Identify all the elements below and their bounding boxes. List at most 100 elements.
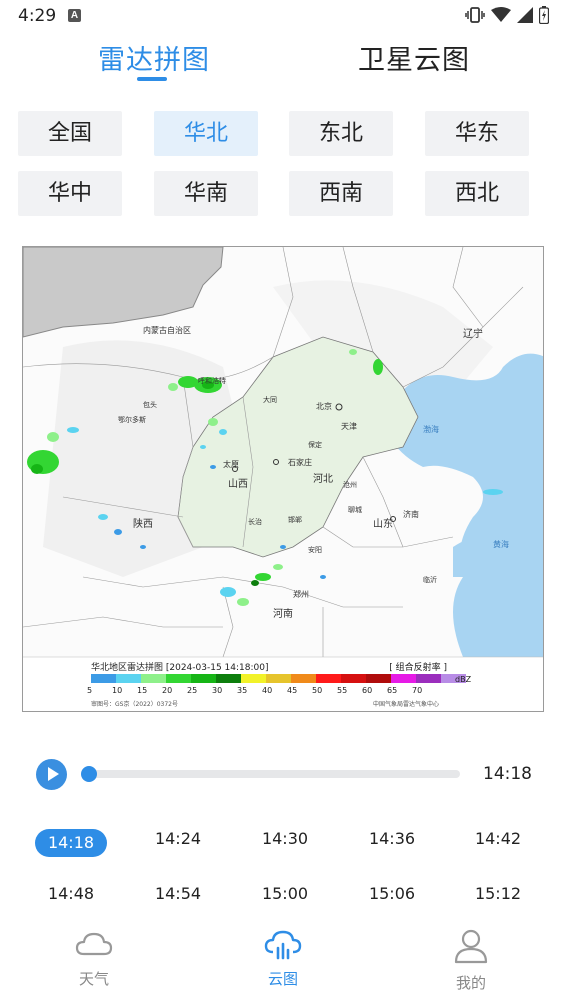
reflectivity-color-scale (91, 674, 466, 683)
time-chip[interactable]: 14:54 (142, 880, 214, 908)
map-label: 临沂 (423, 575, 437, 584)
legend-label: 45 (287, 686, 298, 695)
legend-swatch (366, 674, 391, 683)
map-approval-number: 审图号：GS京（2022）0372号 (91, 701, 178, 708)
cloud-chart-icon (264, 930, 302, 960)
timeline-slider[interactable] (88, 770, 460, 778)
legend-label: 50 (312, 686, 323, 695)
map-label: 山东 (373, 517, 393, 530)
active-tab-indicator (137, 77, 167, 81)
map-label: 黄海 (493, 539, 509, 549)
legend-label: 55 (337, 686, 348, 695)
legend-label: 30 (212, 686, 223, 695)
status-icons (465, 6, 549, 24)
time-chip[interactable]: 15:12 (462, 880, 534, 908)
legend-swatch (291, 674, 316, 683)
time-chip[interactable]: 14:30 (249, 825, 321, 853)
legend-label: 70 (412, 686, 423, 695)
map-label: 石家庄 (288, 457, 312, 467)
map-label: 渤海 (423, 424, 439, 434)
play-button[interactable] (36, 759, 67, 790)
region-button-huazhong[interactable]: 华中 (18, 171, 122, 216)
signal-icon (517, 7, 533, 23)
legend-swatch (266, 674, 291, 683)
map-label: 陕西 (133, 517, 153, 530)
map-label: 大同 (263, 395, 277, 404)
region-button-xibei[interactable]: 西北 (425, 171, 529, 216)
map-label: 保定 (308, 440, 322, 449)
user-icon (454, 929, 488, 964)
legend-label: 5 (87, 686, 93, 695)
map-label: 包头 (143, 400, 157, 409)
region-button-huadong[interactable]: 华东 (425, 111, 529, 156)
map-source: 中国气象局雷达气象中心 (373, 701, 440, 708)
a-app-icon: A (68, 9, 81, 22)
vibrate-icon (465, 7, 485, 23)
legend-swatch (191, 674, 216, 683)
legend-swatch (241, 674, 266, 683)
map-label: 长治 (248, 517, 262, 526)
legend-label: 35 (237, 686, 248, 695)
legend-label: 20 (162, 686, 173, 695)
region-button-dongbei[interactable]: 东北 (289, 111, 393, 156)
tab-radar-mosaic[interactable]: 雷达拼图 (98, 38, 210, 77)
timeline-slider-thumb[interactable] (81, 766, 97, 782)
current-frame-time: 14:18 (483, 764, 532, 784)
map-label: 沧州 (343, 480, 357, 489)
legend-title: 华北地区雷达拼图 [2024-03-15 14:18:00] (91, 663, 269, 673)
nav-cloud-chart[interactable]: 云图 (243, 928, 323, 989)
map-label: 呼和浩特 (198, 376, 226, 385)
region-button-huanan[interactable]: 华南 (154, 171, 258, 216)
map-label: 北京 (316, 401, 332, 411)
nav-weather[interactable]: 天气 (54, 928, 134, 989)
battery-icon (539, 6, 549, 24)
region-button-huabei[interactable]: 华北 (154, 111, 258, 156)
legend-label: 65 (387, 686, 398, 695)
tab-satellite-cloud[interactable]: 卫星云图 (358, 38, 470, 77)
cloud-icon (75, 932, 113, 956)
nav-weather-label: 天气 (78, 970, 109, 988)
legend-label: 60 (362, 686, 373, 695)
radar-map[interactable]: 北京 天津 石家庄 太原 呼和浩特 济南 郑州 渤海 黄海 内蒙古自治区 河北 … (22, 246, 544, 712)
legend-label: 15 (137, 686, 148, 695)
status-time: 4:29 (18, 6, 57, 26)
legend-swatch (391, 674, 416, 683)
map-label: 天津 (341, 421, 357, 431)
legend-swatch (116, 674, 141, 683)
map-label: 山西 (228, 478, 248, 490)
radar-map-image: 北京 天津 石家庄 太原 呼和浩特 济南 郑州 渤海 黄海 内蒙古自治区 河北 … (23, 247, 543, 711)
top-tab-bar: 雷达拼图 卫星云图 (0, 38, 565, 88)
legend-swatch (141, 674, 166, 683)
wifi-icon (491, 7, 511, 22)
time-chip[interactable]: 14:18 (35, 829, 107, 857)
time-chip[interactable]: 14:42 (462, 825, 534, 853)
legend-product-type: [ 组合反射率 ] (389, 663, 447, 673)
legend-swatch (166, 674, 191, 683)
time-chip[interactable]: 14:48 (35, 880, 107, 908)
status-bar: 4:29 A (0, 0, 565, 32)
map-label: 河北 (313, 473, 333, 485)
legend-label: 40 (262, 686, 273, 695)
reflectivity-scale-labels: 5 10 15 20 25 30 35 40 45 50 55 60 65 70 (87, 686, 457, 698)
region-button-xinan[interactable]: 西南 (289, 171, 393, 216)
nav-me[interactable]: 我的 (431, 928, 511, 993)
map-label: 郑州 (293, 589, 309, 599)
map-label: 济南 (403, 509, 419, 519)
time-chip[interactable]: 14:36 (356, 825, 428, 853)
time-chip[interactable]: 15:06 (356, 880, 428, 908)
map-label: 聊城 (348, 505, 362, 514)
legend-swatch (341, 674, 366, 683)
nav-cloud-chart-label: 云图 (267, 970, 298, 988)
legend-label: 10 (112, 686, 123, 695)
bottom-nav: 天气 云图 我的 (0, 928, 565, 1004)
time-chip[interactable]: 15:00 (249, 880, 321, 908)
nav-me-label: 我的 (455, 974, 486, 992)
legend-swatch (216, 674, 241, 683)
map-label: 鄂尔多斯 (118, 415, 146, 424)
region-button-quanguo[interactable]: 全国 (18, 111, 122, 156)
map-label: 安阳 (308, 545, 322, 554)
legend-label: 25 (187, 686, 198, 695)
legend-swatch (416, 674, 441, 683)
map-label: 邯郸 (288, 515, 302, 524)
time-chip[interactable]: 14:24 (142, 825, 214, 853)
